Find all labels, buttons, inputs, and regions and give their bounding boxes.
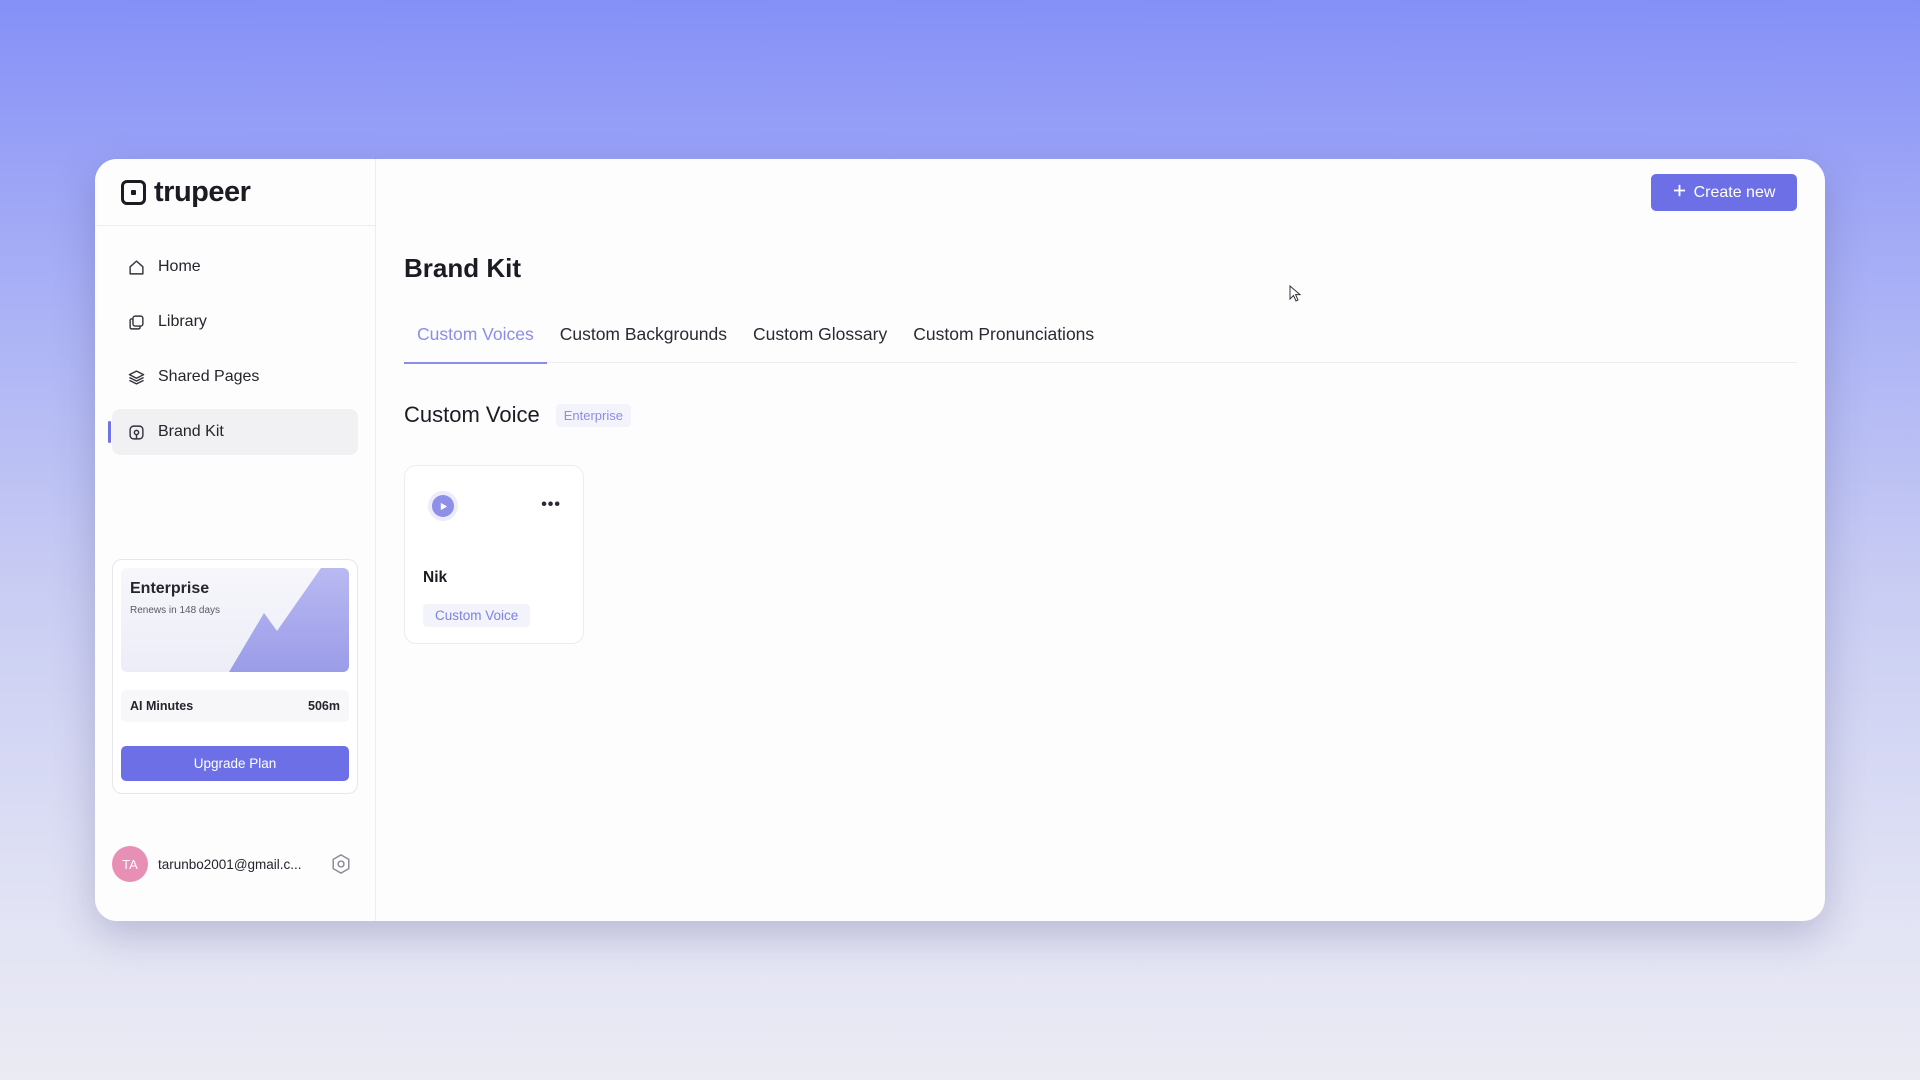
logo[interactable]: trupeer: [95, 159, 375, 226]
brand-kit-icon: [128, 424, 145, 441]
sidebar-item-brand-kit[interactable]: Brand Kit: [108, 409, 358, 455]
tab-custom-pronunciations[interactable]: Custom Pronunciations: [900, 319, 1107, 363]
sidebar: trupeer Home Library Shared Pages Brand …: [95, 159, 376, 921]
tab-custom-backgrounds[interactable]: Custom Backgrounds: [547, 319, 740, 363]
section-header: Custom Voice Enterprise: [404, 402, 631, 428]
create-new-label: Create new: [1693, 183, 1776, 201]
plan-name: Enterprise: [130, 580, 210, 597]
home-icon: [128, 259, 145, 276]
tab-custom-glossary[interactable]: Custom Glossary: [740, 319, 900, 363]
main-content: Create new Brand Kit Custom Voices Custo…: [376, 159, 1825, 921]
plus-icon: [1673, 184, 1686, 202]
ai-minutes-label: AI Minutes: [130, 699, 194, 713]
page-title: Brand Kit: [404, 253, 521, 283]
play-icon: [440, 502, 447, 510]
sidebar-item-label: Library: [158, 313, 207, 330]
voice-card[interactable]: ••• Nik Custom Voice: [404, 465, 584, 644]
app-name: trupeer: [154, 175, 251, 208]
voice-name: Nik: [423, 569, 448, 586]
tab-custom-voices[interactable]: Custom Voices: [404, 319, 547, 364]
ai-minutes-value: 506m: [308, 699, 340, 713]
more-options-icon[interactable]: •••: [541, 496, 561, 514]
plan-graphic: Enterprise Renews in 148 days: [121, 568, 349, 672]
play-button[interactable]: [432, 495, 454, 517]
plan-card: Enterprise Renews in 148 days AI Minutes…: [112, 559, 358, 794]
mouse-cursor-icon: [1289, 285, 1302, 302]
upgrade-plan-button[interactable]: Upgrade Plan: [121, 746, 349, 781]
sidebar-item-shared-pages[interactable]: Shared Pages: [112, 354, 358, 400]
mountain-graphic: [229, 568, 349, 672]
ai-minutes-row: AI Minutes 506m: [121, 690, 349, 722]
settings-icon[interactable]: [330, 853, 352, 875]
section-title: Custom Voice: [404, 402, 540, 427]
sidebar-nav: Home Library Shared Pages Brand Kit: [95, 226, 375, 455]
sidebar-item-library[interactable]: Library: [112, 299, 358, 345]
sidebar-item-label: Brand Kit: [158, 423, 224, 440]
plan-renewal: Renews in 148 days: [130, 605, 221, 616]
layers-icon: [128, 369, 145, 386]
sidebar-item-home[interactable]: Home: [112, 244, 358, 290]
user-email: tarunbo2001@gmail.c...: [158, 856, 302, 872]
plan-badge: Enterprise: [555, 403, 631, 427]
app-window: trupeer Home Library Shared Pages Brand …: [95, 159, 1825, 921]
user-profile[interactable]: TA tarunbo2001@gmail.c...: [112, 845, 360, 883]
library-icon: [128, 314, 145, 331]
create-new-button[interactable]: Create new: [1651, 174, 1797, 211]
sidebar-item-label: Shared Pages: [158, 368, 260, 385]
tab-bar: Custom Voices Custom Backgrounds Custom …: [404, 319, 1797, 364]
avatar: TA: [112, 846, 148, 882]
trupeer-logo-icon: [121, 179, 146, 205]
voice-tag: Custom Voice: [423, 604, 531, 627]
sidebar-item-label: Home: [158, 258, 201, 275]
